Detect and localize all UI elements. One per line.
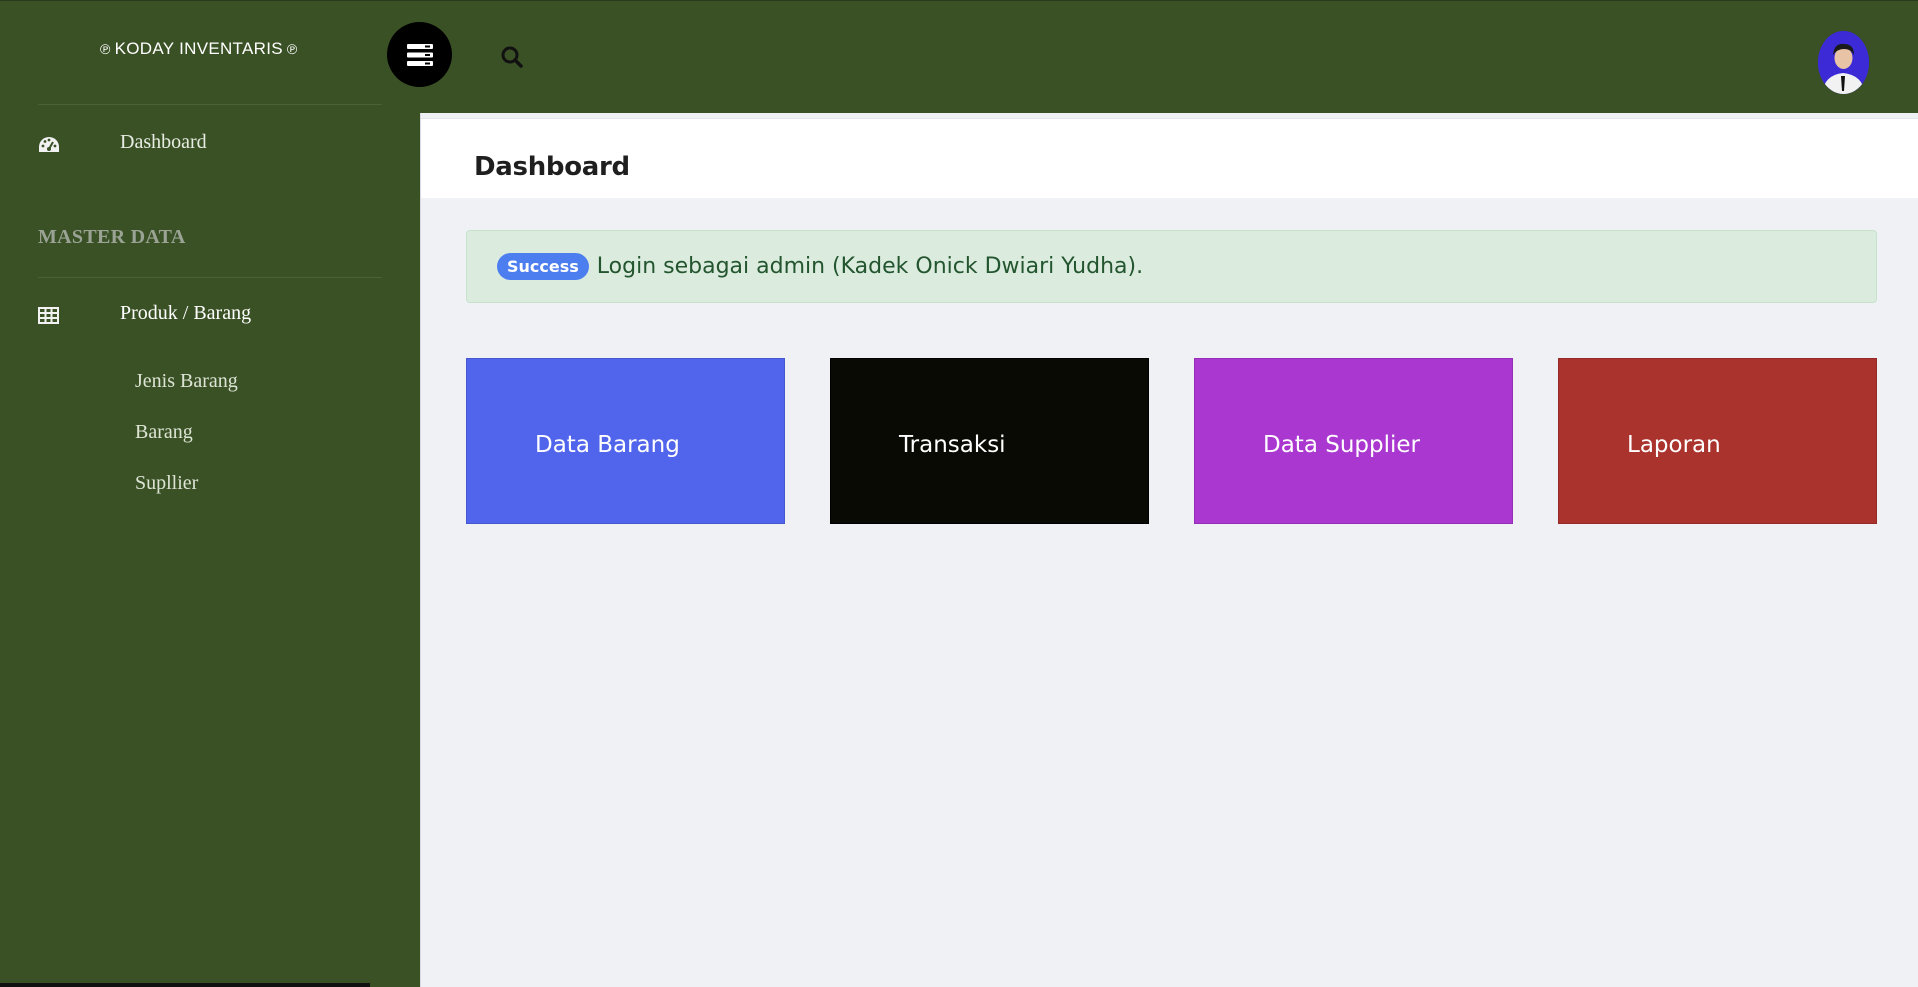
sidebar-item-produk-barang[interactable]: Produk / Barang [0, 296, 419, 336]
table-icon [38, 307, 59, 324]
alert-message: Login sebagai admin (Kadek Onick Dwiari … [596, 254, 1144, 279]
card-transaksi[interactable]: Transaksi [830, 358, 1149, 524]
sidebar-toggle-button[interactable] [387, 22, 452, 87]
page-header: Dashboard [421, 118, 1918, 198]
sidebar-divider [38, 104, 382, 105]
card-data-supplier[interactable]: Data Supplier [1194, 358, 1513, 524]
search-icon [501, 46, 523, 68]
success-alert: Success Login sebagai admin (Kadek Onick… [466, 230, 1877, 303]
user-avatar[interactable] [1818, 31, 1869, 94]
card-data-barang[interactable]: Data Barang [466, 358, 785, 524]
card-label: Transaksi [899, 432, 1006, 458]
page-title: Dashboard [474, 152, 630, 182]
sidebar-subitem-jenis-barang[interactable]: Jenis Barang [135, 370, 238, 393]
user-avatar-icon [1818, 31, 1869, 94]
sidebar-subitem-barang[interactable]: Barang [135, 421, 193, 444]
brand-logo[interactable]: ℗ KODAY INVENTARIS ℗ [100, 39, 297, 59]
sidebar-divider [38, 277, 382, 278]
top-navbar: ℗ KODAY INVENTARIS ℗ [0, 0, 1918, 113]
sidebar-item-label: Produk / Barang [120, 302, 252, 324]
sidebar-section-heading: MASTER DATA [38, 226, 186, 248]
status-badge: Success [497, 253, 589, 280]
sidebar-item-dashboard[interactable]: Dashboard [0, 125, 419, 165]
brand-title: KODAY INVENTARIS [114, 39, 283, 58]
bottom-scroll-indicator [0, 983, 370, 987]
dashboard-gauge-icon [39, 137, 59, 152]
search-button[interactable] [500, 45, 528, 73]
brand-ornament-left: ℗ [100, 41, 111, 57]
card-label: Data Barang [535, 432, 680, 458]
sidebar: Dashboard MASTER DATA Produk / Barang Je… [0, 100, 419, 987]
main-content: Dashboard Success Login sebagai admin (K… [420, 113, 1918, 987]
sidebar-subitem-supplier[interactable]: Supllier [135, 472, 198, 495]
card-label: Laporan [1627, 432, 1721, 458]
brand-ornament-right: ℗ [286, 41, 298, 57]
card-label: Data Supplier [1263, 432, 1420, 458]
menu-icon [406, 43, 433, 66]
card-laporan[interactable]: Laporan [1558, 358, 1877, 524]
sidebar-item-label: Dashboard [120, 131, 207, 153]
